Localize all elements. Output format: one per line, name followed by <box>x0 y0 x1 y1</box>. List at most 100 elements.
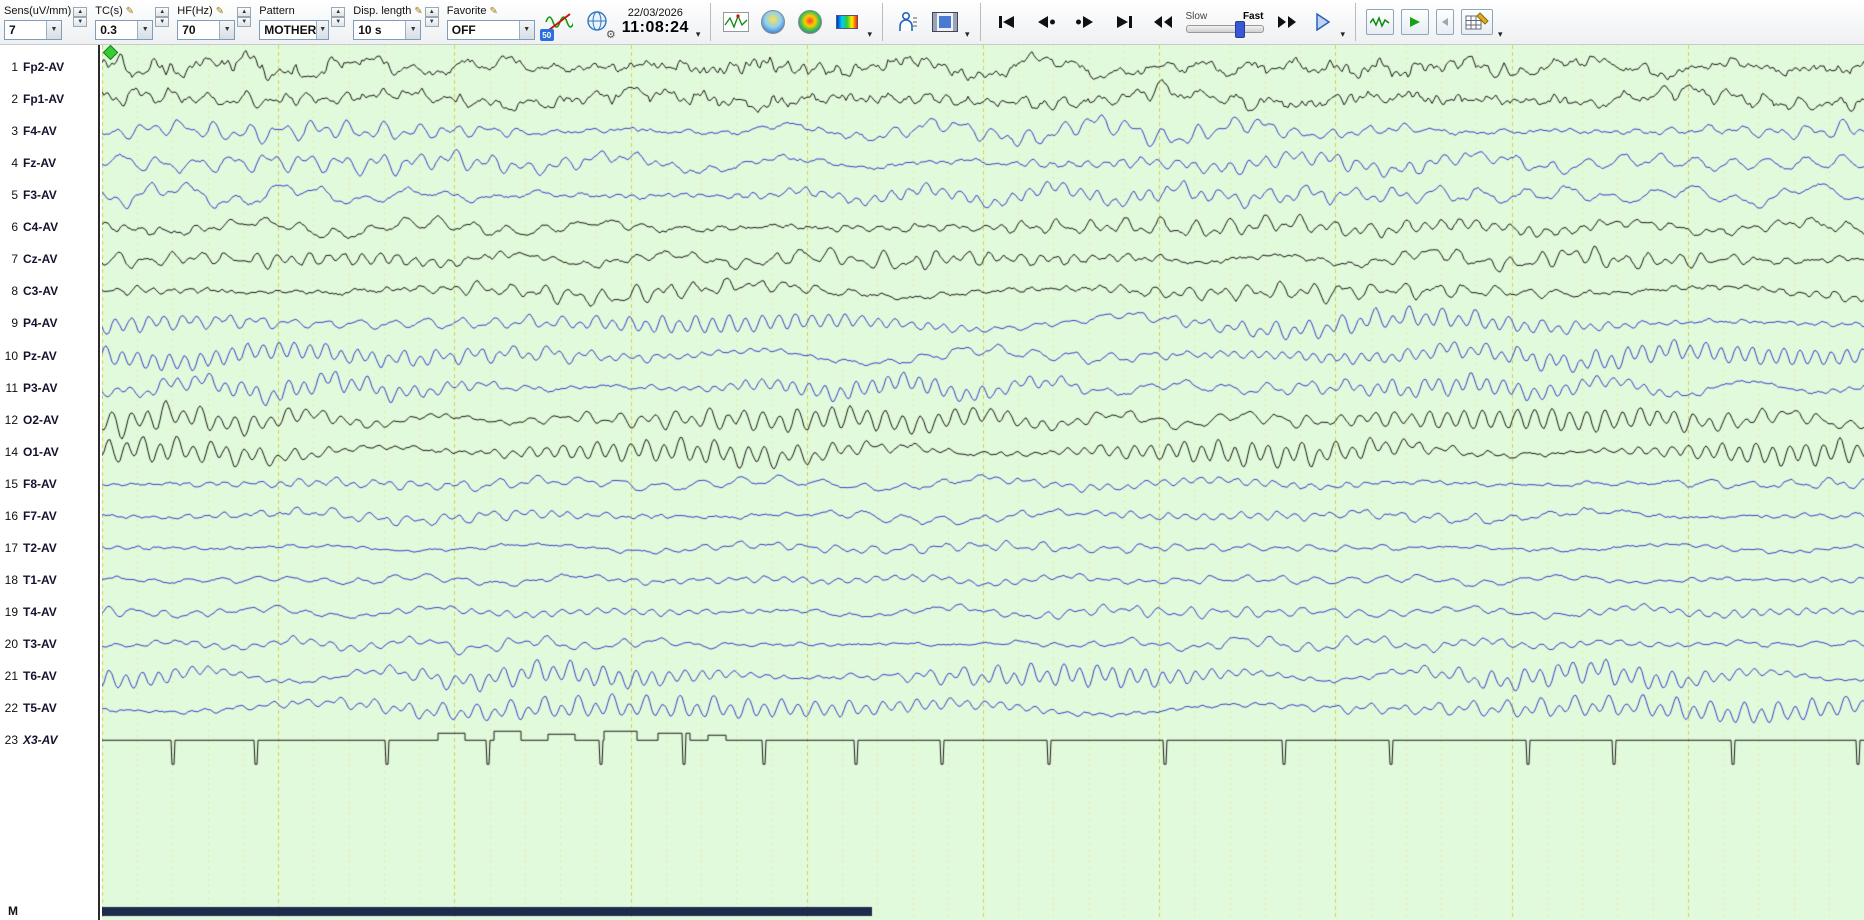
channel-number: 17 <box>4 540 18 555</box>
channel-number: 3 <box>11 124 18 139</box>
speed-slider-handle[interactable] <box>1234 21 1245 38</box>
favorite-edit-icon[interactable]: ✎ <box>489 6 497 17</box>
spectral-map-button[interactable] <box>795 5 825 39</box>
channel-number: 21 <box>4 669 18 684</box>
channel-number: 16 <box>4 508 18 523</box>
channel-row-T1-AV[interactable]: 18 T1-AV <box>0 572 98 588</box>
channel-row-X3-AV[interactable]: 23 X3-AV <box>0 732 98 748</box>
trend-chart-button[interactable] <box>721 5 751 39</box>
channel-label-gutter: M 1 Fp2-AV 2 Fp1-AV 3 F4-AV 4 Fz-AV 5 F3-AV 6 C4-AV… <box>0 45 100 920</box>
datetime-dropdown-arrow[interactable]: ▾ <box>696 29 701 40</box>
channel-row-T2-AV[interactable]: 17 T2-AV <box>0 540 98 556</box>
channel-number: 14 <box>4 444 18 459</box>
channel-number: 5 <box>11 188 18 203</box>
channel-row-T6-AV[interactable]: 21 T6-AV <box>0 668 98 684</box>
go-to-end-button[interactable] <box>1108 9 1140 35</box>
notch-filter-button[interactable]: 50 <box>539 5 576 41</box>
tc-edit-icon[interactable]: ✎ <box>126 6 134 17</box>
hf-spinner-up[interactable]: ▲ <box>237 6 252 17</box>
sens-spinner-down[interactable]: ▼ <box>73 16 88 27</box>
disp-length-spinner-up[interactable]: ▲ <box>424 6 439 17</box>
channel-number: 2 <box>11 92 18 107</box>
video-dropdown-arrow[interactable]: ▾ <box>965 29 970 40</box>
pattern-value: MOTHER <box>264 22 317 37</box>
channel-label: Cz-AV <box>23 252 58 267</box>
channel-row-F8-AV[interactable]: 15 F8-AV <box>0 476 98 492</box>
step-forward-button[interactable] <box>1069 9 1101 35</box>
spectrogram-button[interactable] <box>832 5 862 39</box>
tc-spinner-down[interactable]: ▼ <box>155 16 170 27</box>
go-to-start-button[interactable] <box>991 9 1023 35</box>
channel-label: F3-AV <box>23 188 57 203</box>
step-back-button[interactable] <box>1030 9 1062 35</box>
sens-dropdown-arrow[interactable]: ▼ <box>46 20 61 39</box>
collapse-button[interactable] <box>1436 9 1455 35</box>
maps-dropdown-arrow[interactable]: ▾ <box>867 29 872 40</box>
channel-row-F4-AV[interactable]: 3 F4-AV <box>0 123 98 139</box>
sens-select[interactable]: 7 ▼ <box>4 19 62 40</box>
eeg-trace-canvas[interactable] <box>102 45 1864 920</box>
speed-slider[interactable] <box>1185 21 1264 38</box>
channel-label: O2-AV <box>23 412 59 427</box>
channel-row-F7-AV[interactable]: 16 F7-AV <box>0 508 98 524</box>
channel-row-T3-AV[interactable]: 20 T3-AV <box>0 636 98 652</box>
channel-row-Cz-AV[interactable]: 7 Cz-AV <box>0 251 98 267</box>
channel-label: T4-AV <box>23 605 57 620</box>
date-text: 22/03/2026 <box>627 7 683 19</box>
pattern-spinner-down[interactable]: ▼ <box>331 16 346 27</box>
fast-forward-button[interactable] <box>1271 9 1303 35</box>
play-dropdown-arrow[interactable]: ▾ <box>1341 29 1346 40</box>
rewind-button[interactable] <box>1147 9 1179 35</box>
sens-spinner-up[interactable]: ▲ <box>73 6 88 17</box>
patient-info-button[interactable] <box>893 5 923 39</box>
montage-edit-button[interactable] <box>1461 9 1494 35</box>
topography-map-button[interactable] <box>758 5 788 39</box>
favorite-dropdown-arrow[interactable]: ▼ <box>518 20 534 39</box>
channel-row-T5-AV[interactable]: 22 T5-AV <box>0 700 98 716</box>
channel-row-Fp2-AV[interactable]: 1 Fp2-AV <box>0 59 98 75</box>
channel-number: 19 <box>4 605 18 620</box>
disp-length-dropdown-arrow[interactable]: ▼ <box>405 20 421 39</box>
montage-edit-icon <box>1465 12 1489 30</box>
channel-row-C3-AV[interactable]: 8 C3-AV <box>0 283 98 299</box>
channel-row-F3-AV[interactable]: 5 F3-AV <box>0 187 98 203</box>
tc-select[interactable]: 0.3 ▼ <box>95 19 154 40</box>
disp-length-select[interactable]: 10 s ▼ <box>353 19 422 40</box>
tc-spinner: ▲ ▼ <box>155 6 170 27</box>
channel-row-C4-AV[interactable]: 6 C4-AV <box>0 219 98 235</box>
tc-spinner-up[interactable]: ▲ <box>155 6 170 17</box>
channel-row-Pz-AV[interactable]: 10 Pz-AV <box>0 348 98 364</box>
channel-row-Fp1-AV[interactable]: 2 Fp1-AV <box>0 91 98 107</box>
play-button[interactable] <box>1310 9 1336 35</box>
montage-dropdown-arrow[interactable]: ▾ <box>1498 29 1503 40</box>
waveform-area[interactable] <box>102 44 1864 920</box>
channel-row-O2-AV[interactable]: 12 O2-AV <box>0 412 98 428</box>
pattern-dropdown-arrow[interactable]: ▼ <box>316 20 329 39</box>
channel-row-Fz-AV[interactable]: 4 Fz-AV <box>0 155 98 171</box>
video-button[interactable] <box>930 5 960 39</box>
channel-row-T4-AV[interactable]: 19 T4-AV <box>0 604 98 620</box>
pattern-spinner-up[interactable]: ▲ <box>331 6 346 17</box>
pattern-spinner: ▲ ▼ <box>331 6 346 27</box>
disp-length-edit-icon[interactable]: ✎ <box>414 6 422 17</box>
channel-row-P3-AV[interactable]: 11 P3-AV <box>0 380 98 396</box>
hf-spinner-down[interactable]: ▼ <box>237 16 252 27</box>
hf-edit-icon[interactable]: ✎ <box>216 6 224 17</box>
globe-settings-button[interactable]: ⚙ <box>583 5 616 41</box>
channel-number: 15 <box>4 476 18 491</box>
hf-select[interactable]: 70 ▼ <box>177 19 236 40</box>
channel-number: 7 <box>11 252 18 267</box>
channel-number: 6 <box>11 220 18 235</box>
hf-dropdown-arrow[interactable]: ▼ <box>219 20 235 39</box>
toolbar: Sens(uV/mm) 7 ▼ ▲ ▼ TC(s) ✎ 0.3 ▼ ▲ ▼ HF(Hz) ✎ 70 ▼ ▲ ▼ P… <box>0 0 1864 45</box>
channel-label: F7-AV <box>23 508 57 523</box>
pattern-select[interactable]: MOTHER ▼ <box>259 19 330 40</box>
tc-dropdown-arrow[interactable]: ▼ <box>137 20 153 39</box>
wave-view-button[interactable] <box>1366 9 1395 35</box>
favorite-select[interactable]: OFF ▼ <box>446 19 535 40</box>
toolbar-group-favorite: Favorite ✎ OFF ▼ <box>446 5 535 40</box>
disp-length-spinner-down[interactable]: ▼ <box>424 16 439 27</box>
review-play-button[interactable] <box>1401 9 1430 35</box>
channel-row-O1-AV[interactable]: 14 O1-AV <box>0 444 98 460</box>
channel-row-P4-AV[interactable]: 9 P4-AV <box>0 315 98 331</box>
